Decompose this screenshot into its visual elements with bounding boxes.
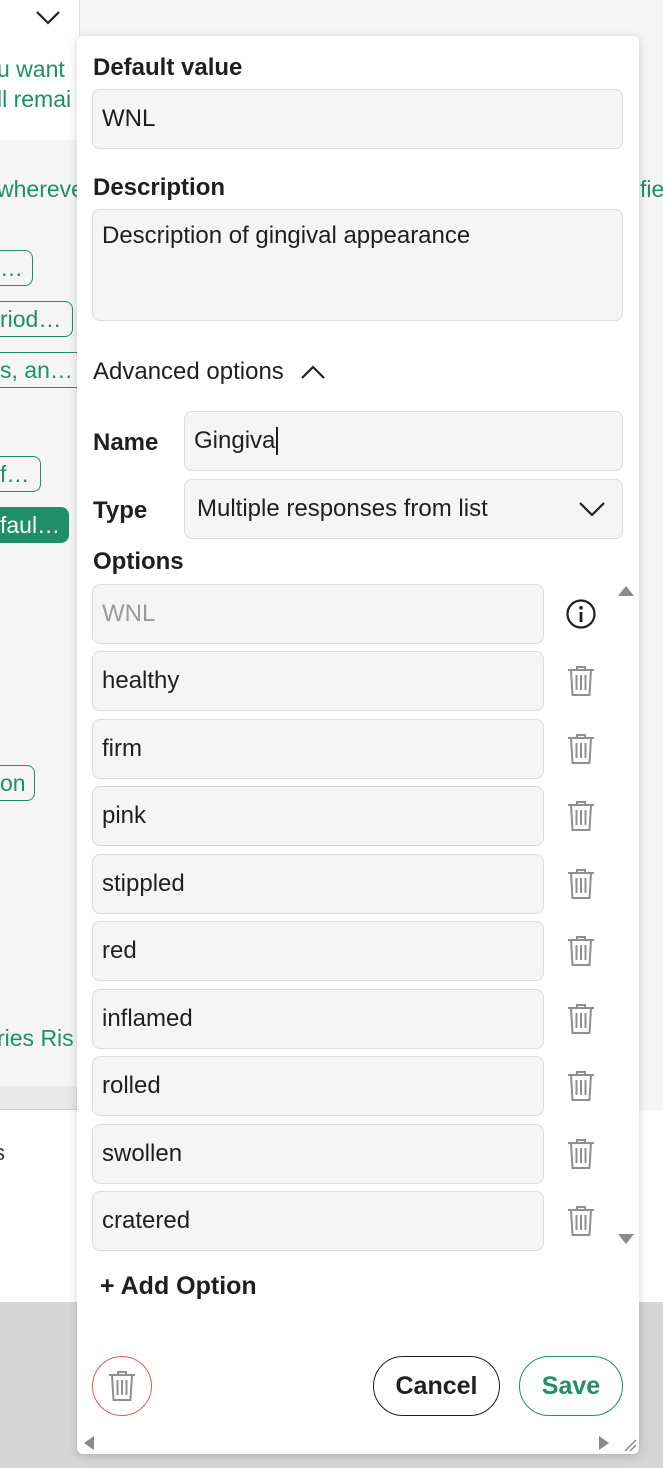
background-tag[interactable]: s, an… (0, 352, 80, 388)
default-value-label: Default value (93, 54, 243, 81)
delete-field-button[interactable] (92, 1356, 152, 1416)
description-label: Description (93, 174, 226, 201)
chevron-down-icon[interactable] (34, 6, 62, 28)
trash-icon (109, 1371, 135, 1401)
option-row: firm (92, 719, 614, 779)
trash-icon[interactable] (564, 1069, 598, 1103)
option-row: inflamed (92, 989, 614, 1049)
name-input[interactable]: Gingiva (184, 411, 623, 471)
background-tag[interactable]: on (0, 765, 35, 801)
background-tag[interactable]: f… (0, 456, 41, 492)
save-button[interactable]: Save (519, 1356, 623, 1416)
option-row: red (92, 921, 614, 981)
option-input-default: WNL (92, 584, 544, 644)
background-text: fie (640, 176, 663, 202)
background-tag[interactable]: riod… (0, 301, 73, 337)
background-text: whereve (0, 176, 77, 202)
type-select[interactable]: Multiple responses from list (184, 479, 623, 539)
option-input[interactable]: stippled (92, 854, 544, 914)
trash-icon[interactable] (564, 732, 598, 766)
background-text: u want (0, 56, 65, 82)
option-row: healthy (92, 651, 614, 711)
name-label: Name (93, 429, 159, 456)
option-row: stippled (92, 854, 614, 914)
trash-icon[interactable] (564, 1002, 598, 1036)
scroll-down-arrow-icon[interactable] (618, 1234, 634, 1244)
background-divider (0, 1086, 80, 1110)
default-value-input[interactable]: WNL (92, 89, 623, 149)
option-row: swollen (92, 1124, 614, 1184)
add-option-button[interactable]: + Add Option (100, 1272, 257, 1301)
type-select-value: Multiple responses from list (197, 495, 488, 522)
scroll-left-arrow-icon[interactable] (84, 1436, 94, 1450)
background-text: ll remai (0, 86, 72, 112)
advanced-options-toggle[interactable]: Advanced options (93, 358, 326, 386)
scroll-up-arrow-icon[interactable] (618, 586, 634, 596)
chevron-up-icon (301, 365, 325, 379)
description-textarea[interactable]: Description of gingival appearance (92, 209, 623, 321)
scroll-right-arrow-icon[interactable] (599, 1436, 609, 1450)
background-tag[interactable]: … (0, 250, 33, 286)
resize-grip-icon[interactable] (623, 1438, 637, 1452)
option-input[interactable]: red (92, 921, 544, 981)
trash-icon[interactable] (564, 1137, 598, 1171)
option-input[interactable]: rolled (92, 1056, 544, 1116)
advanced-options-label: Advanced options (93, 358, 284, 385)
background-text: s (0, 1140, 5, 1166)
option-row: rolled (92, 1056, 614, 1116)
option-input[interactable]: cratered (92, 1191, 544, 1251)
info-icon[interactable] (564, 597, 598, 631)
option-input[interactable]: healthy (92, 651, 544, 711)
trash-icon[interactable] (564, 867, 598, 901)
trash-icon[interactable] (564, 1204, 598, 1238)
text-caret (276, 427, 278, 455)
options-scrollbar[interactable] (617, 586, 635, 1252)
cancel-button[interactable]: Cancel (373, 1356, 500, 1416)
trash-icon[interactable] (564, 664, 598, 698)
option-input[interactable]: swollen (92, 1124, 544, 1184)
options-label: Options (93, 548, 184, 575)
background-tag-selected[interactable]: faul… (0, 507, 69, 543)
option-row: cratered (92, 1191, 614, 1251)
trash-icon[interactable] (564, 799, 598, 833)
type-label: Type (93, 497, 148, 524)
options-list: WNL healthy firm pink stippled red infla… (92, 584, 614, 1254)
option-input[interactable]: inflamed (92, 989, 544, 1049)
background-toolbar (0, 0, 80, 36)
option-input[interactable]: pink (92, 786, 544, 846)
chevron-down-icon (579, 502, 605, 517)
name-input-value: Gingiva (194, 427, 276, 454)
background-intro-block: u want ll remai (0, 36, 80, 140)
trash-icon[interactable] (564, 934, 598, 968)
option-row: pink (92, 786, 614, 846)
edit-field-panel: Default value WNL Description Descriptio… (77, 36, 639, 1454)
option-input[interactable]: firm (92, 719, 544, 779)
option-row: WNL (92, 584, 614, 644)
background-text: ries Ris (0, 1025, 74, 1051)
